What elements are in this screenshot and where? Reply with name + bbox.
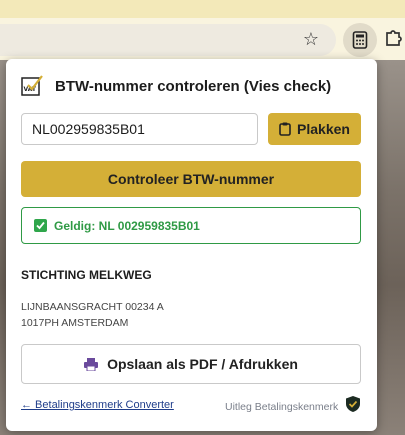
save-pdf-label: Opslaan als PDF / Afdrukken bbox=[107, 356, 298, 372]
back-link[interactable]: ← Betalingskenmerk Converter bbox=[21, 399, 174, 411]
address-bar[interactable] bbox=[0, 24, 336, 56]
vat-number-input[interactable] bbox=[21, 113, 258, 145]
calculator-icon bbox=[352, 31, 368, 49]
result-text: Geldig: NL 002959835B01 bbox=[54, 218, 200, 233]
vat-check-icon: VAT bbox=[21, 75, 43, 96]
save-pdf-button[interactable]: Opslaan als PDF / Afdrukken bbox=[21, 344, 361, 384]
address-line-2: 1017PH AMSTERDAM bbox=[21, 317, 129, 329]
checkmark-icon bbox=[34, 219, 47, 232]
extension-popup: VAT BTW-nummer controleren (Vies check) … bbox=[6, 59, 377, 431]
check-vat-button[interactable]: Controleer BTW-nummer bbox=[21, 161, 361, 197]
result-status: Geldig: NL 002959835B01 bbox=[21, 207, 361, 244]
extension-button[interactable] bbox=[343, 23, 377, 57]
background-page-header bbox=[0, 0, 405, 18]
printer-icon bbox=[84, 357, 99, 371]
check-vat-label: Controleer BTW-nummer bbox=[107, 171, 275, 187]
info-link[interactable]: Uitleg Betalingskenmerk bbox=[225, 401, 338, 413]
paste-button[interactable]: Plakken bbox=[268, 113, 361, 145]
company-address: LIJNBAANSGRACHT 00234 A 1017PH AMSTERDAM bbox=[21, 299, 164, 331]
address-line-1: LIJNBAANSGRACHT 00234 A bbox=[21, 301, 164, 313]
company-name: STICHTING MELKWEG bbox=[21, 268, 152, 282]
puzzle-icon[interactable] bbox=[385, 27, 405, 51]
popup-header: VAT BTW-nummer controleren (Vies check) bbox=[21, 74, 331, 98]
clipboard-icon bbox=[279, 122, 291, 136]
paste-label: Plakken bbox=[297, 121, 350, 137]
shield-icon bbox=[346, 396, 360, 412]
popup-title: BTW-nummer controleren (Vies check) bbox=[55, 77, 332, 95]
star-icon[interactable]: ☆ bbox=[300, 29, 322, 51]
